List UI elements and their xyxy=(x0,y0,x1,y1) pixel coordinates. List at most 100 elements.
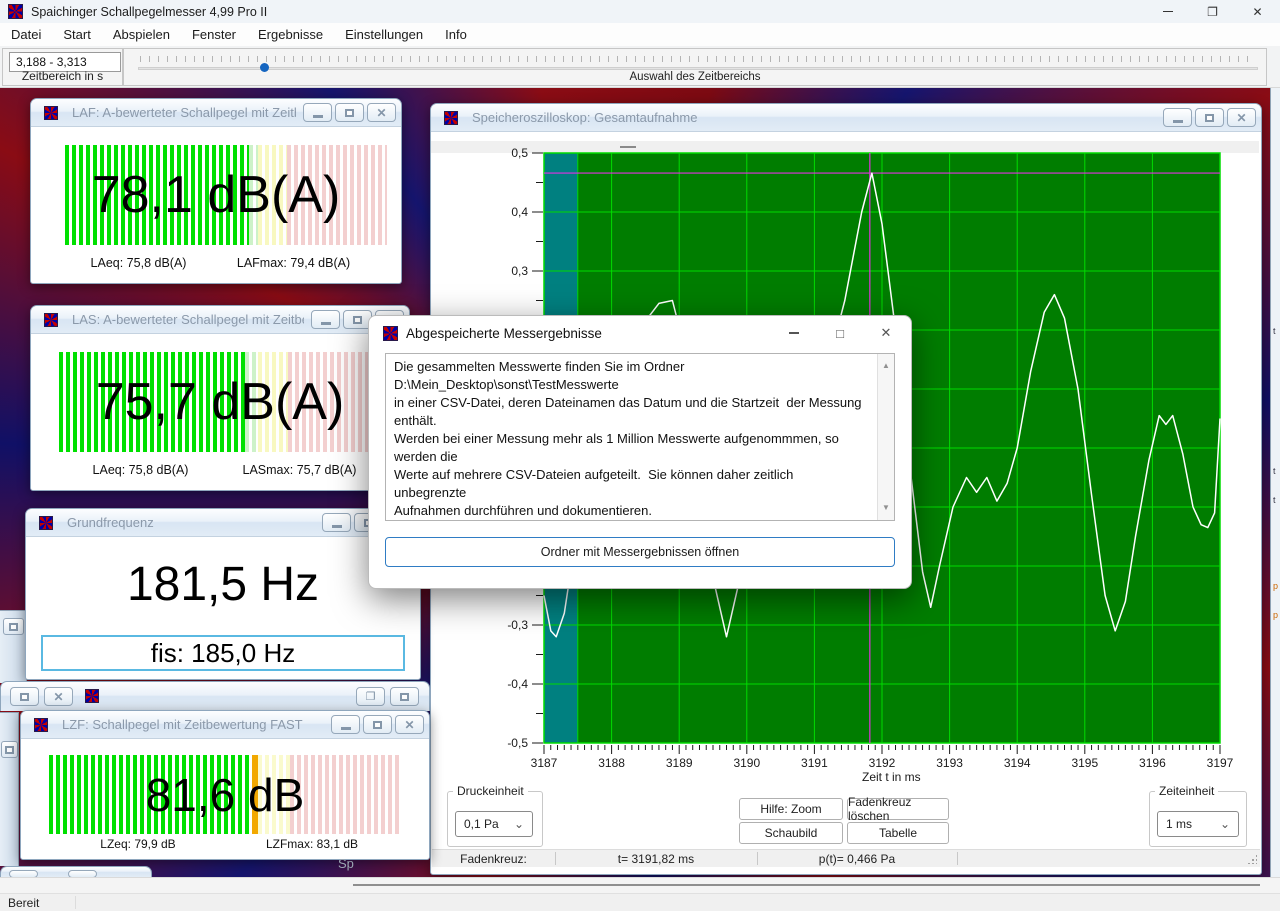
resize-grip[interactable] xyxy=(1247,854,1257,864)
grundfrequenz-titlebar[interactable]: Grundfrequenz ✕ xyxy=(26,509,420,537)
time-range-slider[interactable] xyxy=(138,67,1258,70)
close-button[interactable]: ✕ xyxy=(1227,108,1256,127)
background-window-titlebar[interactable] xyxy=(0,866,152,877)
druckeinheit-label: Druckeinheit xyxy=(453,784,528,798)
note-box: fis: 185,0 Hz xyxy=(41,635,405,671)
close-icon: ✕ xyxy=(1236,112,1246,124)
laf-value: 78,1 dB(A) xyxy=(31,145,401,245)
minimized-window-strip[interactable] xyxy=(0,610,27,683)
minimize-button[interactable] xyxy=(1163,108,1192,127)
offscreen-window-edge: t t t p p xyxy=(1270,88,1280,877)
lzf-window: LZF: Schallpegel mit Zeitbewertung FAST … xyxy=(20,710,430,860)
close-icon: ✕ xyxy=(1252,5,1262,19)
lzf-value: 81,6 dB xyxy=(21,755,429,834)
laf-window: LAF: A-bewerteter Schallpegel mit Zeitbe… xyxy=(30,98,402,284)
cascade-icon: ❐ xyxy=(366,690,376,703)
horizontal-scrollbar[interactable] xyxy=(0,877,1280,893)
svg-text:-0,5: -0,5 xyxy=(507,736,528,750)
close-button[interactable]: ✕ xyxy=(1235,0,1280,23)
tabelle-button[interactable]: Tabelle xyxy=(847,822,949,844)
lzf-titlebar[interactable]: LZF: Schallpegel mit Zeitbewertung FAST … xyxy=(21,711,429,739)
scroll-down-icon[interactable]: ▼ xyxy=(882,499,890,517)
minimize-button[interactable] xyxy=(783,322,805,344)
open-folder-button[interactable]: Ordner mit Messergebnissen öffnen xyxy=(385,537,895,567)
maximize-button[interactable]: □ xyxy=(829,322,851,344)
minimize-button[interactable] xyxy=(1145,0,1190,23)
message-line: Werden bei einer Messung mehr als 1 Mill… xyxy=(394,430,868,466)
restore-button[interactable]: ❐ xyxy=(1190,0,1235,23)
druckeinheit-select[interactable]: 0,1 Pa ⌄ xyxy=(455,811,533,837)
restore-button[interactable] xyxy=(1,741,18,758)
divider xyxy=(75,896,76,909)
minimize-button[interactable] xyxy=(331,715,360,734)
restore-button[interactable] xyxy=(10,687,39,706)
oscilloscope-titlebar[interactable]: Speicheroszilloskop: Gesamtaufnahme ✕ xyxy=(431,104,1261,132)
restore-button[interactable] xyxy=(363,715,392,734)
status-pressure: p(t)= 0,466 Pa xyxy=(757,850,957,867)
restore-icon xyxy=(353,316,362,324)
window-icon xyxy=(44,313,58,327)
window-icon xyxy=(39,516,53,530)
fadenkreuz-loeschen-button[interactable]: Fadenkreuz löschen xyxy=(847,798,949,820)
restore-button[interactable] xyxy=(3,618,24,635)
close-button[interactable]: ✕ xyxy=(395,715,424,734)
lzf-title: LZF: Schallpegel mit Zeitbewertung FAST xyxy=(62,717,324,732)
close-button[interactable]: ✕ xyxy=(367,103,396,122)
oscilloscope-statusstrip: Fadenkreuz: t= 3191,82 ms p(t)= 0,466 Pa xyxy=(432,849,1260,867)
status-fadenkreuz: Fadenkreuz: xyxy=(432,850,555,867)
grundfrequenz-title: Grundfrequenz xyxy=(67,515,315,530)
restore-icon xyxy=(1205,114,1214,122)
schaubild-button[interactable]: Schaubild xyxy=(739,822,843,844)
scrollbar-thumb[interactable] xyxy=(353,884,1260,886)
restore-button[interactable] xyxy=(390,687,419,706)
text-fragment: t xyxy=(1273,466,1276,476)
svg-text:3191: 3191 xyxy=(801,756,828,770)
svg-text:0,3: 0,3 xyxy=(511,264,528,278)
minimize-button[interactable] xyxy=(322,513,351,532)
menu-ergebnisse[interactable]: Ergebnisse xyxy=(247,24,334,46)
lzfmax-label: LZFmax: 83,1 dB xyxy=(225,837,399,851)
maximize-icon: □ xyxy=(836,326,844,341)
dialog-titlebar[interactable]: Abgespeicherte Messergebnisse □ ✕ xyxy=(369,316,911,350)
laf-title: LAF: A-bewerteter Schallpegel mit Zeitbe… xyxy=(72,105,296,120)
text-fragment: p xyxy=(1273,581,1278,591)
lasmax-label: LASmax: 75,7 dB(A) xyxy=(220,463,379,477)
svg-text:3188: 3188 xyxy=(598,756,625,770)
statusbar: Bereit xyxy=(0,893,1280,911)
cascade-button[interactable]: ❐ xyxy=(356,687,385,706)
svg-text:Zeit t in ms: Zeit t in ms xyxy=(862,770,921,784)
svg-text:3190: 3190 xyxy=(733,756,760,770)
status-text: Bereit xyxy=(8,896,39,910)
menu-fenster[interactable]: Fenster xyxy=(181,24,247,46)
dialog-message: Die gesammelten Messwerte finden Sie im … xyxy=(385,353,895,521)
close-button[interactable]: ✕ xyxy=(875,322,897,344)
close-icon: ✕ xyxy=(53,691,63,703)
hilfe-zoom-button[interactable]: Hilfe: Zoom xyxy=(739,798,843,820)
message-line: Alle Dateien können während oder nach de… xyxy=(394,520,868,521)
minimize-icon xyxy=(332,525,342,528)
svg-text:0,4: 0,4 xyxy=(511,205,528,219)
svg-text:-0,3: -0,3 xyxy=(507,618,528,632)
menu-abspielen[interactable]: Abspielen xyxy=(102,24,181,46)
window-icon xyxy=(44,106,58,120)
close-button[interactable]: ✕ xyxy=(44,687,73,706)
vertical-scrollbar[interactable]: ▲ ▼ xyxy=(877,354,894,520)
laf-titlebar[interactable]: LAF: A-bewerteter Schallpegel mit Zeitbe… xyxy=(31,99,401,127)
minimize-button[interactable] xyxy=(311,310,340,329)
restore-button[interactable] xyxy=(1195,108,1224,127)
menu-datei[interactable]: Datei xyxy=(0,24,52,46)
menu-info[interactable]: Info xyxy=(434,24,478,46)
background-window-titlebar[interactable]: ✕ ❐ xyxy=(0,681,430,711)
menu-einstellungen[interactable]: Einstellungen xyxy=(334,24,434,46)
las-titlebar[interactable]: LAS: A-bewerteter Schallpegel mit Zeitbe… xyxy=(31,306,409,334)
scroll-up-icon[interactable]: ▲ xyxy=(882,357,890,375)
main-titlebar[interactable]: Spaichinger Schallpegelmesser 4,99 Pro I… xyxy=(0,0,1280,23)
menu-start[interactable]: Start xyxy=(52,24,101,46)
svg-text:3197: 3197 xyxy=(1207,756,1234,770)
minimize-button[interactable] xyxy=(303,103,332,122)
restore-icon xyxy=(5,746,14,754)
message-line: Werte auf mehrere CSV-Dateien aufgeteilt… xyxy=(394,466,868,502)
minimized-window-strip[interactable] xyxy=(0,712,19,866)
zeiteinheit-select[interactable]: 1 ms ⌄ xyxy=(1157,811,1239,837)
restore-button[interactable] xyxy=(335,103,364,122)
